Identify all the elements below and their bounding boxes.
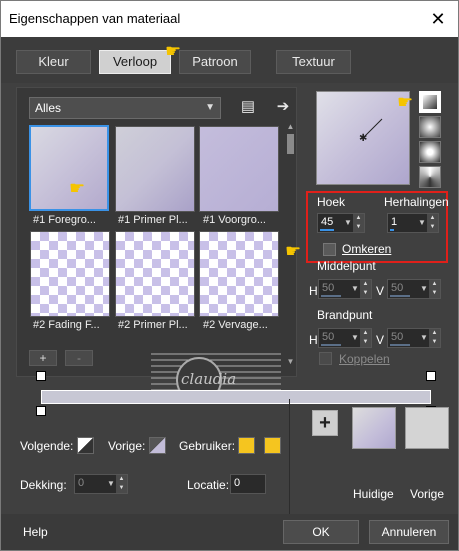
link-checkbox[interactable] <box>319 352 332 365</box>
spinner-arrows-icon[interactable]: ▲ ▼ <box>429 329 440 347</box>
linear-style-button[interactable] <box>419 91 441 113</box>
invert-label: Omkeren <box>342 242 392 256</box>
tab-kleur[interactable]: Kleur <box>16 50 91 74</box>
gradient-bar[interactable] <box>41 390 431 404</box>
scroll-thumb[interactable] <box>287 134 294 154</box>
tab-bar: Kleur Verloop Patroon Textuur ☛ <box>1 37 458 83</box>
focal-v-spinner[interactable]: 50 ▼ ▲ ▼ <box>387 328 441 348</box>
focal-v-label: V <box>376 333 385 347</box>
add-gradient-button[interactable]: + <box>29 350 57 366</box>
spinner-arrows-icon[interactable]: ▲ ▼ <box>427 214 438 232</box>
close-button[interactable]: ✕ <box>424 6 452 32</box>
user-label: Gebruiker: <box>179 439 236 453</box>
remove-gradient-button[interactable]: - <box>65 350 93 366</box>
tab-verloop[interactable]: Verloop <box>99 50 171 74</box>
previous-material-swatch[interactable] <box>405 407 449 449</box>
location-label: Locatie: <box>187 478 230 492</box>
prev-label: Vorige: <box>108 439 146 453</box>
chevron-down-icon[interactable]: ▼ <box>419 329 429 347</box>
opacity-stop-left[interactable] <box>36 406 46 416</box>
spinner-arrows-icon[interactable]: ▲ ▼ <box>429 280 440 298</box>
gradient-swatch[interactable]: ☛ <box>29 125 109 211</box>
chevron-down-icon[interactable]: ▼ <box>350 280 360 298</box>
current-label: Huidige <box>353 487 394 501</box>
gradient-swatch[interactable] <box>115 231 195 317</box>
previous-label: Vorige <box>410 487 445 501</box>
dialog-footer: Help OK Annuleren <box>1 514 458 550</box>
spinner-arrows-icon[interactable]: ▲ ▼ <box>360 280 371 298</box>
swatch-caption: #2 Fading F... <box>33 319 100 331</box>
gradient-swatch[interactable] <box>199 231 279 317</box>
color-stop-left-top[interactable] <box>36 371 46 381</box>
angle-spinner[interactable]: 45 ▼ ▲ ▼ <box>317 213 365 233</box>
next-color-swatch[interactable] <box>77 437 94 454</box>
link-label: Koppelen <box>339 352 390 366</box>
chevron-down-icon[interactable]: ▼ <box>419 280 429 298</box>
opacity-label: Dekking: <box>20 478 67 492</box>
gradient-swatch[interactable] <box>115 126 195 212</box>
tab-textuur[interactable]: Textuur <box>276 50 351 74</box>
center-label: Middelpunt <box>317 259 376 273</box>
help-link[interactable]: Help <box>23 525 48 539</box>
repeats-spinner[interactable]: 1 ▼ ▲ ▼ <box>387 213 439 233</box>
category-dropdown[interactable]: Alles ▼ <box>29 97 221 119</box>
category-value: Alles <box>35 101 62 115</box>
current-material-swatch[interactable] <box>352 407 396 449</box>
svg-text:✱: ✱ <box>359 133 367 144</box>
window-title: Eigenschappen van materiaal <box>9 11 181 26</box>
divider <box>289 399 290 519</box>
swatch-caption: #1 Voorgro... <box>203 214 266 226</box>
location-input[interactable]: 0 <box>230 474 266 494</box>
swatch-caption: #1 Foregro... <box>33 214 96 226</box>
invert-checkbox[interactable] <box>323 243 336 256</box>
gradient-swatch[interactable] <box>199 126 279 212</box>
swatch-caption: #2 Primer Pl... <box>118 319 188 331</box>
cancel-button[interactable]: Annuleren <box>369 520 449 544</box>
chevron-down-icon[interactable]: ▼ <box>417 214 427 232</box>
focal-h-spinner[interactable]: 50 ▼ ▲ ▼ <box>318 328 372 348</box>
chevron-down-icon[interactable]: ▼ <box>106 475 116 493</box>
spinner-arrows-icon[interactable]: ▲ ▼ <box>353 214 364 232</box>
sunburst-style-button[interactable] <box>419 166 441 188</box>
color-stop-right-top[interactable] <box>426 371 436 381</box>
add-to-swatches-button[interactable]: + <box>312 410 338 436</box>
user-color-swatch-2[interactable] <box>264 437 281 454</box>
opacity-spinner[interactable]: 0 ▼ ▲ ▼ <box>74 474 128 494</box>
center-v-label: V <box>376 284 385 298</box>
prev-color-swatch[interactable] <box>149 437 166 454</box>
user-color-swatch-1[interactable] <box>238 437 255 454</box>
gradient-swatch[interactable] <box>30 231 110 317</box>
center-h-label: H <box>309 284 318 298</box>
title-bar: Eigenschappen van materiaal ✕ <box>1 1 458 37</box>
spinner-arrows-icon[interactable]: ▲ ▼ <box>116 475 127 493</box>
arrow-right-icon[interactable]: ➔ <box>274 98 292 116</box>
pointing-hand-icon: ☛ <box>285 241 302 261</box>
scroll-up-icon[interactable]: ▲ <box>285 122 296 131</box>
spinner-arrows-icon[interactable]: ▲ ▼ <box>360 329 371 347</box>
chevron-down-icon[interactable]: ▼ <box>343 214 353 232</box>
focal-h-label: H <box>309 333 318 347</box>
gradient-library: Alles ▼ ▤ ➔ ☛ #1 Foregro... #1 Primer Pl… <box>16 87 297 377</box>
center-h-spinner[interactable]: 50 ▼ ▲ ▼ <box>318 279 372 299</box>
library-menu-icon[interactable]: ▤ <box>239 98 257 116</box>
tab-patroon[interactable]: Patroon <box>179 50 251 74</box>
pointing-hand-icon: ☛ <box>165 41 182 61</box>
chevron-down-icon: ▼ <box>205 102 215 113</box>
center-v-spinner[interactable]: 50 ▼ ▲ ▼ <box>387 279 441 299</box>
radial-style-button[interactable] <box>419 141 441 163</box>
pointing-hand-icon: ☛ <box>69 178 86 198</box>
ok-button[interactable]: OK <box>283 520 359 544</box>
repeats-label: Herhalingen <box>384 195 449 209</box>
rectangular-style-button[interactable] <box>419 116 441 138</box>
swatch-caption: #1 Primer Pl... <box>118 214 188 226</box>
chevron-down-icon[interactable]: ▼ <box>350 329 360 347</box>
material-properties-dialog: Eigenschappen van materiaal ✕ Kleur Verl… <box>0 0 459 551</box>
angle-label: Hoek <box>317 195 346 209</box>
pointing-hand-icon: ☛ <box>397 92 414 112</box>
focal-label: Brandpunt <box>317 308 373 322</box>
swatch-caption: #2 Vervage... <box>203 319 268 331</box>
next-label: Volgende: <box>20 439 74 453</box>
gradient-preview[interactable]: ✱ <box>316 91 410 185</box>
scroll-down-icon[interactable]: ▼ <box>285 357 296 366</box>
